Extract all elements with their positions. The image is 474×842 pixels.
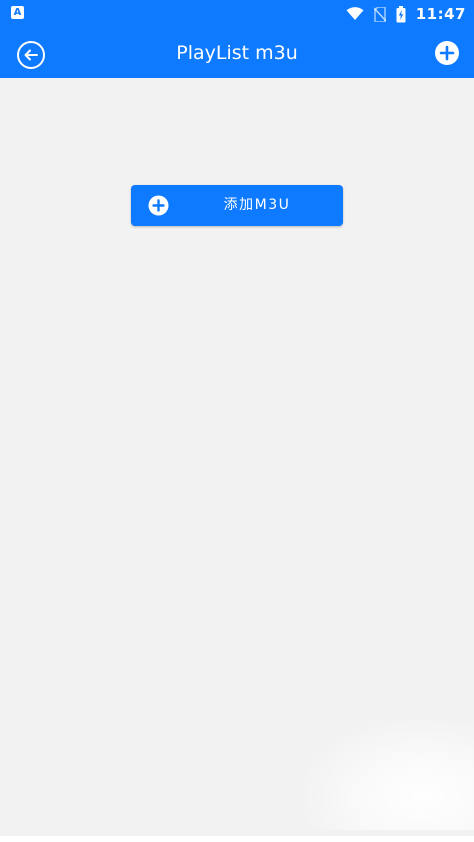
add-m3u-label: 添加M3U	[223, 197, 291, 213]
status-icons: 11:47	[346, 0, 466, 28]
back-arrow-circle-icon	[17, 41, 45, 69]
app-bar: PlayList m3u	[0, 28, 474, 78]
notification-icon: A	[11, 6, 24, 19]
status-bar: A 11:47	[0, 0, 474, 28]
add-circle-icon	[148, 195, 169, 216]
status-time: 11:47	[415, 5, 466, 23]
screen: A 11:47 PlayList m3u 添加M3U	[0, 0, 474, 842]
corner-overlay	[304, 720, 474, 830]
main-content: 添加M3U	[0, 78, 474, 836]
add-playlist-button[interactable]	[434, 40, 460, 66]
battery-charging-icon	[396, 5, 406, 23]
no-sim-icon	[373, 6, 386, 22]
add-m3u-button[interactable]: 添加M3U	[131, 185, 343, 226]
notification-icon-letter: A	[13, 7, 22, 18]
back-button[interactable]	[16, 40, 46, 70]
page-title: PlayList m3u	[176, 42, 298, 64]
bottom-strip	[0, 836, 474, 842]
wifi-icon	[346, 7, 364, 21]
add-circle-icon	[435, 41, 459, 65]
